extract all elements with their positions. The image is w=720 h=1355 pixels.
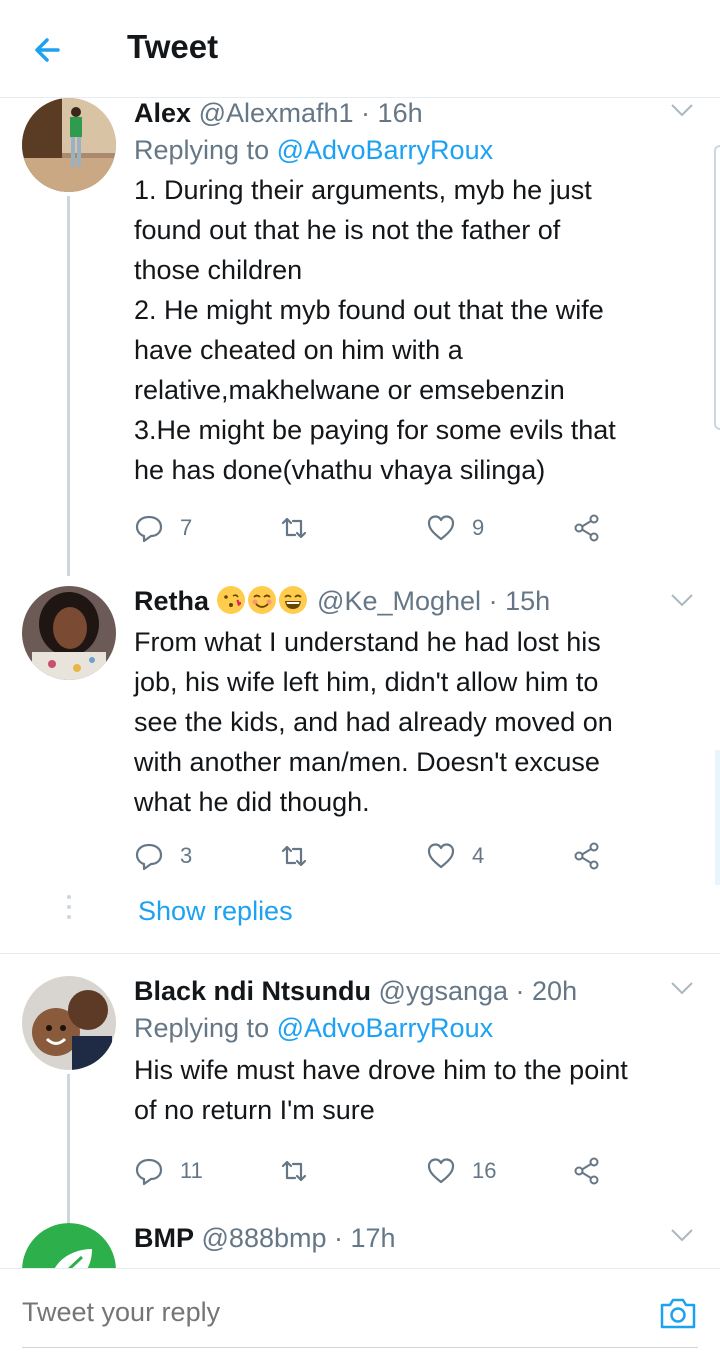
tweet-reply-input[interactable] — [22, 1297, 582, 1328]
scrollbar-thumb[interactable] — [715, 750, 720, 885]
display-name[interactable]: Retha — [134, 586, 209, 616]
input-underline — [22, 1347, 698, 1348]
share-button[interactable] — [572, 508, 602, 548]
like-count: 9 — [472, 515, 485, 540]
retweet-icon — [281, 1160, 307, 1182]
camera-icon[interactable] — [658, 1295, 698, 1331]
more-dots-icon — [67, 895, 71, 919]
handle[interactable]: @888bmp — [202, 1223, 327, 1253]
timestamp: 20h — [532, 976, 578, 1006]
tweet-retha[interactable]: Retha @Ke_Moghel · 15h From what I under… — [0, 586, 720, 956]
tweet-meta: Black ndi Ntsundu @ygsanga · 20h — [134, 976, 578, 1006]
like-button[interactable]: 16 — [426, 1151, 496, 1191]
share-icon — [574, 1157, 599, 1185]
tweet-text: From what I understand he had lost his j… — [134, 627, 613, 817]
handle[interactable]: @Alexmafh1 — [199, 98, 354, 128]
reply-button[interactable]: 3 — [134, 836, 192, 876]
retweet-icon — [281, 845, 307, 867]
chevron-down-icon[interactable] — [670, 1227, 694, 1243]
timestamp: 16h — [377, 98, 423, 128]
top-bar: Tweet — [0, 0, 720, 98]
share-icon — [574, 842, 599, 870]
display-name[interactable]: Black ndi Ntsundu — [134, 976, 371, 1006]
share-button[interactable] — [572, 836, 602, 876]
divider — [0, 953, 720, 954]
tweet-bmp[interactable]: BMP @888bmp · 17h — [0, 1223, 720, 1268]
grinning-face-emoji — [278, 586, 307, 614]
heart-icon — [427, 515, 455, 541]
like-button[interactable]: 9 — [426, 508, 484, 548]
avatar-alex[interactable] — [22, 98, 116, 192]
tweet-text: His wife must have drove him to the poin… — [134, 1055, 628, 1125]
reply-icon — [135, 1158, 163, 1186]
timestamp: 15h — [505, 586, 551, 616]
tweet-meta: Retha @Ke_Moghel · 15h — [134, 586, 551, 616]
page-title: Tweet — [127, 28, 219, 65]
retweet-button[interactable] — [279, 836, 309, 876]
reply-button[interactable]: 7 — [134, 508, 192, 548]
tweet-meta: BMP @888bmp · 17h — [134, 1223, 396, 1253]
avatar-black-ndi-ntsundu[interactable] — [22, 976, 116, 1070]
tweet-alex[interactable]: Alex @Alexmafh1 · 16h Replying to @AdvoB… — [0, 98, 720, 576]
chevron-down-icon[interactable] — [670, 102, 694, 118]
share-icon — [574, 514, 599, 542]
reply-count: 11 — [180, 1158, 203, 1183]
thread-line — [67, 196, 70, 576]
like-button[interactable]: 4 — [426, 836, 484, 876]
mention-link[interactable]: @AdvoBarryRoux — [277, 135, 494, 165]
reply-count: 7 — [180, 515, 193, 540]
tweet-text: 1. During their arguments, myb he just f… — [134, 175, 616, 485]
handle[interactable]: @Ke_Moghel — [317, 586, 481, 616]
timestamp: 17h — [350, 1223, 396, 1253]
like-count: 4 — [472, 843, 485, 868]
replying-to: Replying to @AdvoBarryRoux — [134, 1013, 494, 1043]
heart-icon — [427, 843, 455, 869]
reply-button[interactable]: 11 — [134, 1151, 203, 1191]
reply-icon — [135, 843, 163, 871]
tweet-black-ndi-ntsundu[interactable]: Black ndi Ntsundu @ygsanga · 20h Replyin… — [0, 976, 720, 1234]
heart-icon — [427, 1158, 455, 1184]
replying-to: Replying to @AdvoBarryRoux — [134, 135, 494, 165]
smiling-face-emoji — [247, 586, 276, 614]
tweet-meta: Alex @Alexmafh1 · 16h — [134, 98, 423, 128]
like-count: 16 — [472, 1158, 497, 1183]
retweet-button[interactable] — [279, 1151, 309, 1191]
avatar-retha[interactable] — [22, 586, 116, 680]
retweet-icon — [281, 517, 307, 539]
reply-composer — [0, 1268, 720, 1355]
reply-icon — [135, 515, 163, 543]
show-replies-link[interactable]: Show replies — [138, 896, 293, 927]
display-name[interactable]: BMP — [134, 1223, 194, 1253]
replies-feed: Alex @Alexmafh1 · 16h Replying to @AdvoB… — [0, 98, 720, 1268]
reply-count: 3 — [180, 843, 193, 868]
chevron-down-icon[interactable] — [670, 592, 694, 608]
avatar-bmp[interactable] — [22, 1223, 116, 1268]
share-button[interactable] — [572, 1151, 602, 1191]
face-blowing-kiss-emoji — [216, 586, 245, 614]
retweet-button[interactable] — [279, 508, 309, 548]
mention-link[interactable]: @AdvoBarryRoux — [277, 1013, 494, 1043]
scrollbar-track — [714, 145, 720, 430]
display-name[interactable]: Alex — [134, 98, 191, 128]
handle[interactable]: @ygsanga — [379, 976, 509, 1006]
chevron-down-icon[interactable] — [670, 980, 694, 996]
back-arrow-icon[interactable] — [28, 30, 68, 70]
thread-line — [67, 1074, 70, 1234]
